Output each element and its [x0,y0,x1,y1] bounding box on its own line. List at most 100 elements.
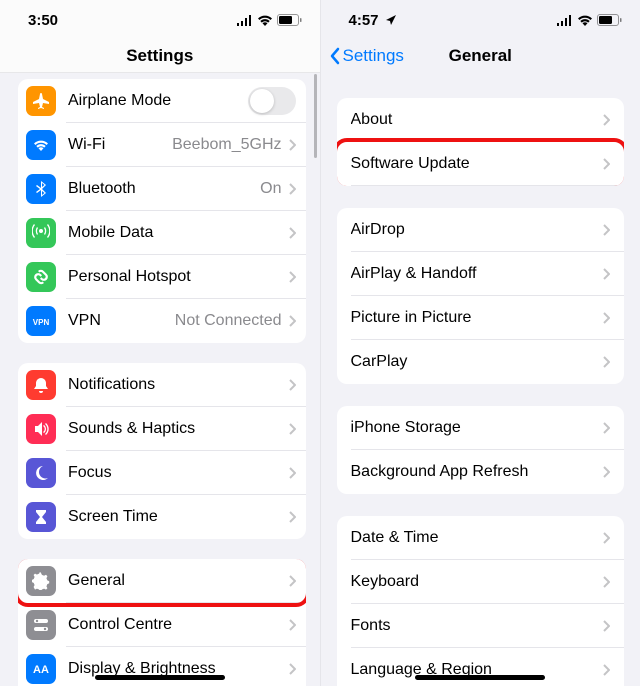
row-fonts[interactable]: Fonts [337,604,625,648]
row-mobile-data[interactable]: Mobile Data [18,211,306,255]
row-label: About [351,111,603,129]
airplane-icon [26,86,56,116]
gear-icon [26,566,56,596]
speaker-icon [26,414,56,444]
row-label: Background App Refresh [351,463,603,481]
row-label: Control Centre [68,616,288,634]
bluetooth-icon [26,174,56,204]
switches-icon [26,610,56,640]
svg-text:AA: AA [33,664,49,676]
page-header: Settings General [321,40,640,72]
row-software-update[interactable]: Software Update [337,142,625,186]
row-label: Mobile Data [68,224,288,242]
hourglass-icon [26,502,56,532]
row-value: Not Connected [175,312,282,330]
status-time: 3:50 [28,12,58,29]
phone-settings: 3:50 Settings Airplane Mode Wi-FiBeebom_5… [0,0,321,686]
settings-list[interactable]: Airplane ModeWi-FiBeebom_5GHzBluetoothOn… [0,73,320,686]
row-label: Wi-Fi [68,136,172,154]
row-label: Focus [68,464,288,482]
row-sounds-haptics[interactable]: Sounds & Haptics [18,407,306,451]
row-personal-hotspot[interactable]: Personal Hotspot [18,255,306,299]
vpn-icon: VPN [26,306,56,336]
row-label: AirDrop [351,221,603,239]
row-label: Bluetooth [68,180,260,198]
row-label: General [68,572,288,590]
row-control-centre[interactable]: Control Centre [18,603,306,647]
wifi-status-icon [577,15,593,26]
signal-icon [556,15,573,26]
home-indicator[interactable] [415,675,545,680]
settings-group: Date & Time Keyboard Fonts Language & Regio… [337,516,625,686]
row-wi-fi[interactable]: Wi-FiBeebom_5GHz [18,123,306,167]
status-indicators [556,14,622,26]
row-picture-in-picture[interactable]: Picture in Picture [337,296,625,340]
row-about[interactable]: About [337,98,625,142]
row-airplay-handoff[interactable]: AirPlay & Handoff [337,252,625,296]
row-carplay[interactable]: CarPlay [337,340,625,384]
battery-icon [277,14,302,26]
row-vpn[interactable]: VPNVPNNot Connected [18,299,306,343]
phone-general: 4:57 Settings General About Software Upda… [321,0,640,686]
settings-group: AirDrop AirPlay & Handoff Picture in Pictu… [337,208,625,384]
row-label: Picture in Picture [351,309,603,327]
row-value: On [260,180,281,198]
scrollbar[interactable] [314,74,317,158]
signal-icon [236,15,253,26]
page-title: General [449,46,512,66]
row-general[interactable]: General [18,559,306,603]
row-airplane-mode[interactable]: Airplane Mode [18,79,306,123]
row-airdrop[interactable]: AirDrop [337,208,625,252]
chevron-left-icon [329,47,341,65]
row-label: Notifications [68,376,288,394]
row-focus[interactable]: Focus [18,451,306,495]
settings-group: General Control Centre AADisplay & Brightn… [18,559,306,686]
svg-text:VPN: VPN [33,318,50,327]
wifi-status-icon [257,15,273,26]
status-bar: 4:57 [321,0,640,40]
row-date-time[interactable]: Date & Time [337,516,625,560]
wifi-icon [26,130,56,160]
general-list[interactable]: About Software Update AirDrop AirPlay & Han… [321,72,640,686]
row-bluetooth[interactable]: BluetoothOn [18,167,306,211]
row-language-region[interactable]: Language & Region [337,648,625,686]
row-label: Date & Time [351,529,603,547]
row-label: Screen Time [68,508,288,526]
link-icon [26,262,56,292]
status-time-container: 4:57 [349,12,396,29]
settings-group: Notifications Sounds & Haptics Focus Screen… [18,363,306,539]
settings-group: About Software Update [337,98,625,186]
status-bar: 3:50 [0,0,320,40]
home-indicator[interactable] [95,675,225,680]
battery-icon [597,14,622,26]
status-indicators [236,14,302,26]
row-label: Sounds & Haptics [68,420,288,438]
screenshot-pair: 3:50 Settings Airplane Mode Wi-FiBeebom_5… [0,0,640,686]
row-display-brightness[interactable]: AADisplay & Brightness [18,647,306,686]
antenna-icon [26,218,56,248]
row-label: Personal Hotspot [68,268,288,286]
toggle-switch[interactable] [248,87,296,115]
moon-icon [26,458,56,488]
status-time: 4:57 [349,12,379,29]
row-label: VPN [68,312,175,330]
bell-icon [26,370,56,400]
row-label: Keyboard [351,573,603,591]
row-notifications[interactable]: Notifications [18,363,306,407]
page-title: Settings [126,46,193,66]
row-background-app-refresh[interactable]: Background App Refresh [337,450,625,494]
row-value: Beebom_5GHz [172,136,281,154]
row-iphone-storage[interactable]: iPhone Storage [337,406,625,450]
row-screen-time[interactable]: Screen Time [18,495,306,539]
settings-group: Airplane ModeWi-FiBeebom_5GHzBluetoothOn… [18,79,306,343]
row-keyboard[interactable]: Keyboard [337,560,625,604]
page-header: Settings [0,40,320,73]
location-icon [386,15,396,25]
row-label: Fonts [351,617,603,635]
back-button[interactable]: Settings [329,40,404,72]
row-label: AirPlay & Handoff [351,265,603,283]
aa-icon: AA [26,654,56,684]
settings-group: iPhone Storage Background App Refresh [337,406,625,494]
row-label: Airplane Mode [68,92,248,110]
row-label: iPhone Storage [351,419,603,437]
